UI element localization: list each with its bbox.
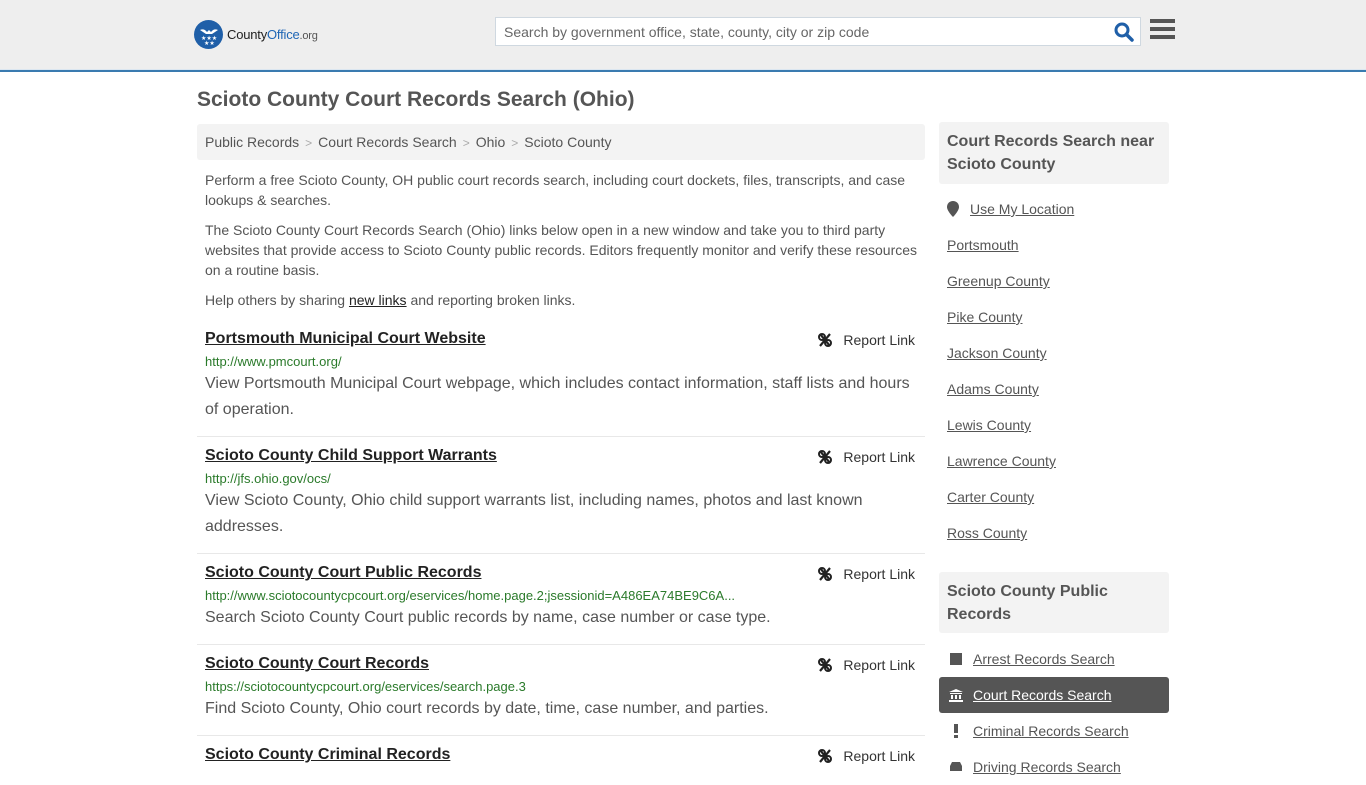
sidebar-item-label[interactable]: Arrest Records Search	[973, 651, 1115, 667]
intro-paragraph-3: Help others by sharing new links and rep…	[205, 292, 576, 308]
search-icon[interactable]	[1114, 22, 1134, 42]
broken-link-icon	[818, 567, 833, 581]
hamburger-menu-icon[interactable]	[1150, 19, 1175, 41]
report-link-button[interactable]: Report Link	[817, 748, 915, 764]
broken-link-icon	[818, 658, 833, 672]
result-url: http://www.sciotocountycpcourt.org/eserv…	[205, 588, 736, 603]
nearby-link[interactable]: Greenup County	[947, 273, 1050, 289]
report-link-button[interactable]: Report Link	[817, 449, 915, 465]
result-title-link[interactable]: Scioto County Child Support Warrants	[205, 447, 497, 465]
eagle-logo-icon: ★★★ ★★	[194, 20, 223, 49]
intro-paragraph-2: The Scioto County Court Records Search (…	[205, 222, 918, 278]
result-item: Portsmouth Municipal Court Website Repor…	[197, 322, 925, 437]
search-input[interactable]	[496, 18, 1106, 45]
breadcrumb-ohio[interactable]: Ohio	[476, 134, 506, 150]
nearby-heading: Court Records Search near Scioto County	[939, 122, 1169, 184]
nearby-link[interactable]: Adams County	[947, 381, 1039, 397]
breadcrumb-separator: >	[305, 136, 313, 150]
site-header: ★★★ ★★ CountyOffice.org	[0, 0, 1366, 72]
car-icon	[949, 761, 963, 773]
nearby-link[interactable]: Ross County	[947, 525, 1027, 541]
map-pin-icon	[947, 201, 959, 217]
broken-link-icon	[818, 333, 833, 347]
sidebar-item-court-records[interactable]: Court Records Search	[939, 677, 1169, 713]
use-location-row: Use My Location	[947, 201, 1074, 217]
new-links-link[interactable]: new links	[349, 292, 407, 308]
sidebar-item-label[interactable]: Court Records Search	[973, 687, 1112, 703]
nearby-link[interactable]: Jackson County	[947, 345, 1047, 361]
result-url: https://sciotocountycpcourt.org/eservice…	[205, 679, 526, 694]
site-logo[interactable]: ★★★ ★★ CountyOffice.org	[194, 20, 318, 49]
breadcrumb-public-records[interactable]: Public Records	[205, 134, 299, 150]
result-description: Search Scioto County Court public record…	[205, 609, 771, 626]
sidebar-item-criminal-records[interactable]: Criminal Records Search	[939, 713, 1169, 749]
search-bar	[495, 17, 1141, 46]
report-link-button[interactable]: Report Link	[817, 657, 915, 673]
breadcrumb-separator: >	[511, 136, 519, 150]
result-title-link[interactable]: Scioto County Court Public Records	[205, 564, 481, 582]
nearby-link[interactable]: Carter County	[947, 489, 1034, 505]
nearby-link[interactable]: Portsmouth	[947, 237, 1019, 253]
svg-text:★★: ★★	[204, 40, 215, 46]
report-link-button[interactable]: Report Link	[817, 566, 915, 582]
sidebar-item-label[interactable]: Criminal Records Search	[973, 723, 1129, 739]
nearby-link[interactable]: Lewis County	[947, 417, 1031, 433]
courthouse-icon	[949, 688, 963, 702]
sidebar-item-label[interactable]: Driving Records Search	[973, 759, 1121, 775]
result-description: Find Scioto County, Ohio court records b…	[205, 700, 769, 717]
breadcrumb-separator: >	[462, 136, 470, 150]
report-link-button[interactable]: Report Link	[817, 332, 915, 348]
square-icon	[949, 653, 963, 665]
broken-link-icon	[818, 450, 833, 464]
result-item: Scioto County Court Public Records Repor…	[197, 556, 925, 645]
result-url: http://jfs.ohio.gov/ocs/	[205, 471, 331, 486]
result-item: Scioto County Child Support Warrants Rep…	[197, 439, 925, 554]
result-title-link[interactable]: Scioto County Criminal Records	[205, 746, 450, 764]
exclamation-icon	[949, 724, 963, 738]
result-description: View Scioto County, Ohio child support w…	[205, 492, 863, 535]
result-url: http://www.pmcourt.org/	[205, 354, 342, 369]
result-item: Scioto County Court Records Report Link …	[197, 647, 925, 736]
broken-link-icon	[818, 749, 833, 763]
result-description: View Portsmouth Municipal Court webpage,…	[205, 375, 910, 418]
sidebar-item-arrest-records[interactable]: Arrest Records Search	[939, 641, 1169, 677]
page-title: Scioto County Court Records Search (Ohio…	[197, 88, 635, 111]
breadcrumb-court-records-search[interactable]: Court Records Search	[318, 134, 457, 150]
intro-paragraph-1: Perform a free Scioto County, OH public …	[205, 172, 906, 208]
result-title-link[interactable]: Portsmouth Municipal Court Website	[205, 330, 486, 348]
nearby-link[interactable]: Pike County	[947, 309, 1022, 325]
sidebar-item-driving-records[interactable]: Driving Records Search	[939, 749, 1169, 785]
result-item: Scioto County Criminal Records Report Li…	[197, 738, 925, 778]
use-my-location-link[interactable]: Use My Location	[970, 201, 1074, 217]
nearby-link[interactable]: Lawrence County	[947, 453, 1056, 469]
public-records-heading: Scioto County Public Records	[939, 572, 1169, 633]
breadcrumb-scioto-county[interactable]: Scioto County	[524, 134, 611, 150]
breadcrumb: Public Records > Court Records Search > Ohio…	[197, 124, 925, 160]
logo-text: CountyOffice.org	[227, 27, 318, 42]
result-title-link[interactable]: Scioto County Court Records	[205, 655, 429, 673]
